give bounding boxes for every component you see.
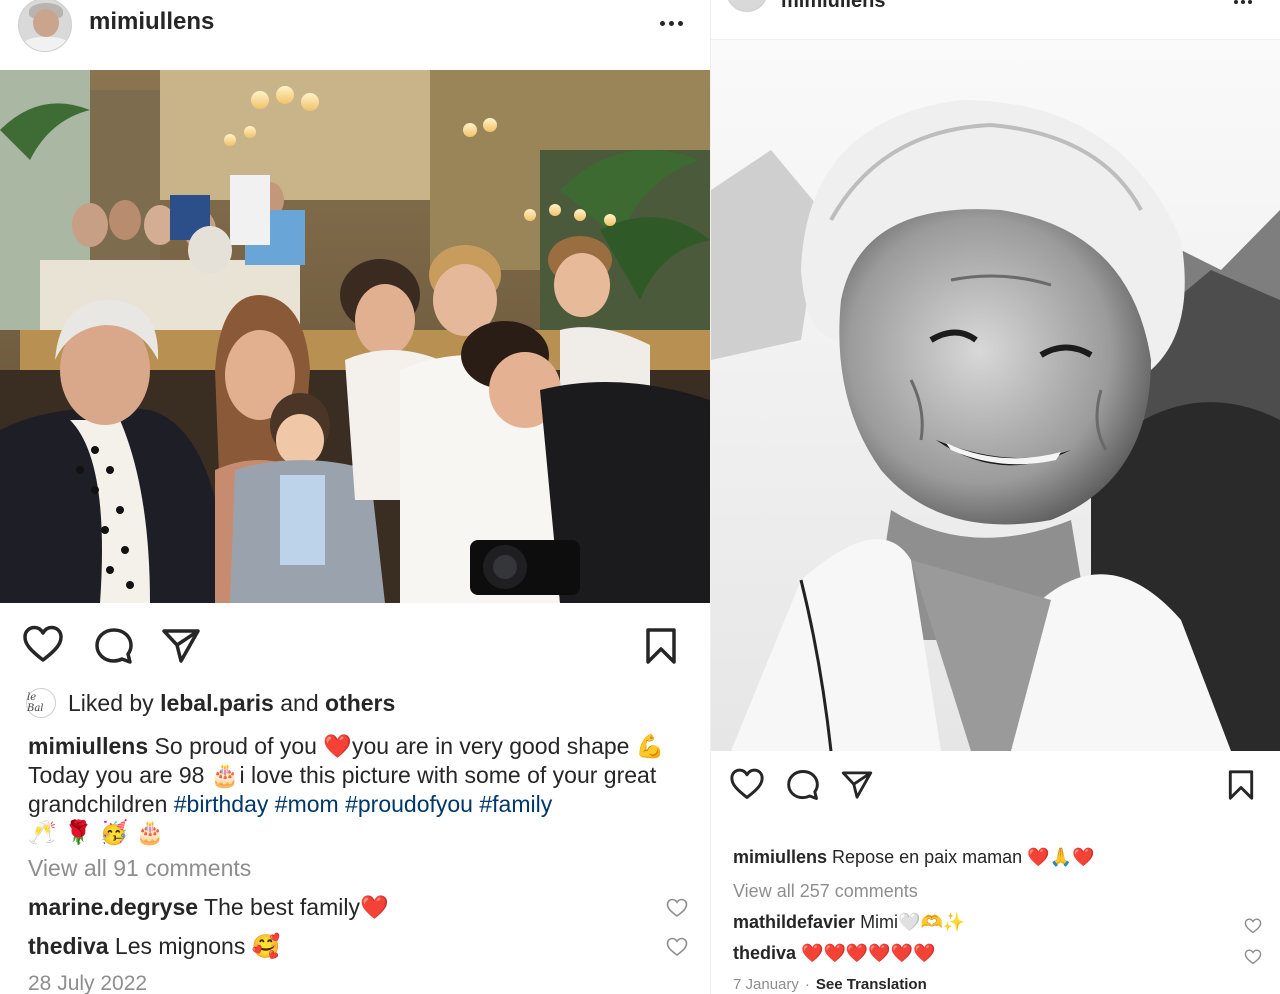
liked-prefix: Liked by [68,689,154,716]
small-heart-icon[interactable] [1244,918,1262,934]
separator: · [804,976,810,993]
more-options-icon[interactable] [660,21,683,26]
heart-emoji: ❤️ [323,734,352,760]
cake-emoji: 🎂 [210,763,240,789]
post-date: 28 July 2022 [28,972,148,994]
heart-outline-icon[interactable] [729,768,765,800]
trailing-emojis: 🥂 🌹 🥳 🎂 [28,820,165,846]
heart-emoji: ❤️ [359,895,389,921]
smiling-face-emoji: 🥰 [251,934,281,960]
small-heart-icon[interactable] [666,937,688,957]
speech-bubble-icon[interactable] [94,627,134,665]
post-username[interactable]: mimiullens [89,8,214,36]
view-all-comments-link[interactable]: View all 257 comments [733,881,918,902]
paper-plane-icon[interactable] [840,769,874,801]
heart-outline-icon[interactable] [22,625,64,663]
post-left: mimiullens le Bal Liked by lebal.paris a… [0,0,710,994]
hashtag-link[interactable]: #mom [275,791,339,817]
bookmark-outline-icon[interactable] [1227,769,1255,801]
caption-text-3: Today you are 98 [28,762,205,788]
caption-text-2: you are in very good shape [351,733,630,759]
view-all-comments-link[interactable]: View all 91 comments [28,855,251,882]
caption-text-1: So proud of you [154,733,317,759]
speech-bubble-icon[interactable] [786,769,820,801]
liked-middle: and [280,689,319,716]
hearts-emoji: ❤️❤️❤️❤️❤️❤️ [801,943,936,964]
small-heart-icon[interactable] [666,898,688,918]
post-date-row: 7 January · See Translation [733,976,927,993]
comment-text: Mimi [860,912,899,932]
comment-text: The best family [204,894,360,920]
white-heart-emoji: 🤍🫶✨ [898,912,966,933]
avatar[interactable]: le Bal [26,688,56,718]
muscle-emoji: 💪 [635,734,665,760]
comment-row: thediva ❤️❤️❤️❤️❤️❤️ [733,943,936,964]
avatar[interactable] [18,0,72,52]
post-actions [0,603,710,683]
heart-pray-emoji: ❤️🙏❤️ [1027,847,1095,868]
comment-username[interactable]: mathildefavier [733,912,855,932]
bookmark-outline-icon[interactable] [644,627,678,665]
liked-others[interactable]: others [325,690,395,717]
small-heart-icon[interactable] [1244,949,1262,965]
caption-username[interactable]: mimiullens [733,847,827,867]
hashtag-link[interactable]: #family [479,791,552,817]
hashtag-link[interactable]: #birthday [174,791,269,817]
comment-text: Les mignons [114,933,246,959]
comment-row: thediva Les mignons 🥰 [28,933,280,960]
post-caption: mimiullens Repose en paix maman ❤️🙏❤️ [733,847,1094,868]
comment-row: mathildefavier Mimi🤍🫶✨ [733,912,965,933]
hashtag-link[interactable]: #proudofyou [345,791,473,817]
paper-plane-icon[interactable] [160,627,202,665]
see-translation-link[interactable]: See Translation [816,976,927,993]
comment-row: marine.degryse The best family❤️ [28,894,389,921]
post-photo[interactable] [0,70,710,603]
comment-username[interactable]: thediva [28,933,109,959]
post-date: 7 January [733,976,799,993]
liked-by-row[interactable]: le Bal Liked by lebal.paris and others [26,688,395,718]
caption-username[interactable]: mimiullens [28,733,148,759]
caption-text: Repose en paix maman [832,847,1023,867]
post-header: mimiullens [0,0,710,70]
post-caption: mimiullens So proud of you ❤️you are in … [28,732,688,847]
liked-user[interactable]: lebal.paris [160,690,274,717]
post-photo[interactable] [711,40,1280,751]
comment-username[interactable]: thediva [733,943,796,963]
comment-username[interactable]: marine.degryse [28,894,198,920]
